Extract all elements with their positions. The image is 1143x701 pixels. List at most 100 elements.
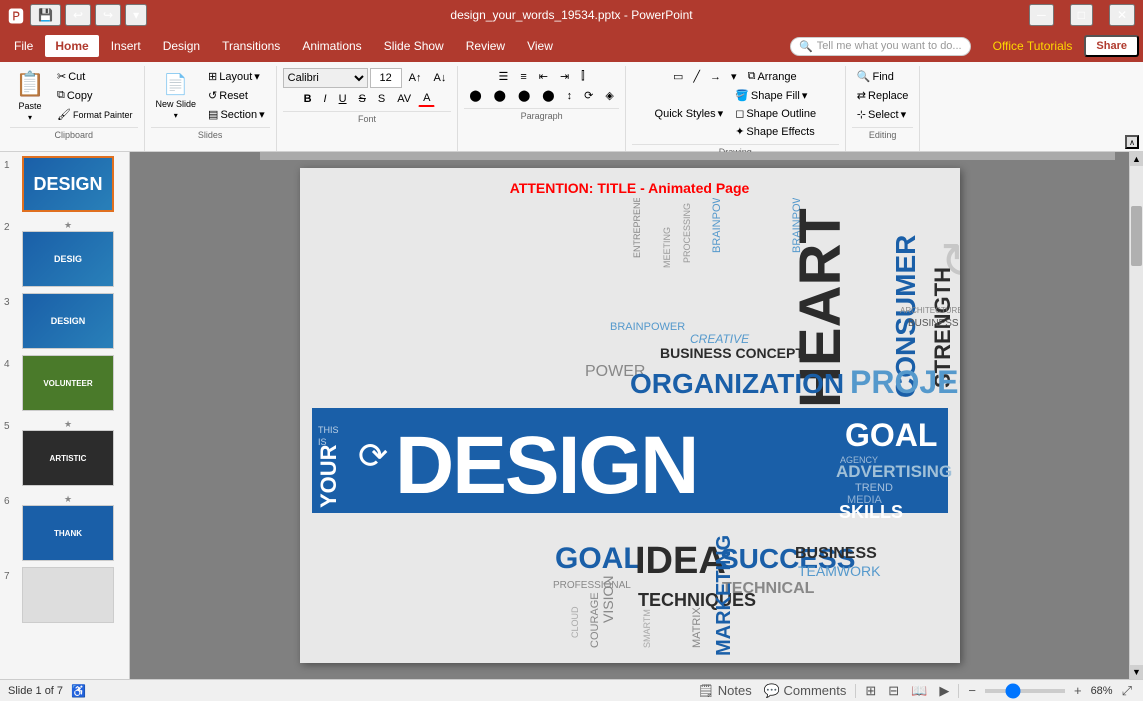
slideshow-button[interactable]: ▶ (936, 682, 952, 700)
shape-effects-button[interactable]: ✦ Shape Effects (730, 123, 821, 140)
slide-thumb-5[interactable]: 5 ★ ARTISTIC (4, 417, 125, 486)
decrease-font-button[interactable]: A↓ (429, 70, 452, 86)
scroll-up-button[interactable]: ▲ (1130, 152, 1143, 166)
slide-image-6[interactable]: THANK (22, 505, 114, 561)
reset-button[interactable]: ↺ Reset (203, 87, 270, 104)
shape-more-button[interactable]: ▾ (727, 68, 741, 85)
share-button[interactable]: Share (1084, 35, 1139, 57)
customize-button[interactable]: ▾ (125, 4, 147, 26)
shape-rect-button[interactable]: ▭ (669, 68, 687, 85)
decrease-indent-button[interactable]: ⇤ (534, 68, 553, 85)
shadow-button[interactable]: S (373, 91, 390, 107)
slide-thumb-3[interactable]: 3 DESIGN (4, 293, 125, 349)
select-button[interactable]: ⊹ Select ▾ (852, 106, 914, 123)
slide-image-1[interactable]: DESIGN (22, 156, 114, 212)
shape-arrow-button[interactable]: → (706, 69, 725, 85)
scroll-down-button[interactable]: ▼ (1130, 665, 1143, 679)
fit-slide-button[interactable]: ⤢ (1119, 682, 1135, 700)
notes-button[interactable]: 🗒 Notes (695, 682, 755, 700)
text-direction-button[interactable]: ⟳ (579, 87, 598, 104)
numbering-button[interactable]: ≡ (515, 69, 531, 85)
increase-indent-button[interactable]: ⇥ (555, 68, 574, 85)
close-button[interactable]: ✕ (1109, 4, 1135, 26)
arrange-button[interactable]: ⧉ Arrange (743, 68, 802, 85)
zoom-out-button[interactable]: − (965, 682, 979, 699)
minimize-button[interactable]: ─ (1029, 4, 1054, 26)
menu-file[interactable]: File (4, 35, 43, 57)
menu-insert[interactable]: Insert (101, 35, 151, 57)
font-size-input[interactable] (370, 68, 402, 88)
slide-thumb-7[interactable]: 7 (4, 567, 125, 623)
copy-button[interactable]: ⧉ Copy (52, 87, 138, 104)
bold-button[interactable]: B (299, 91, 317, 107)
undo-button[interactable]: ↩ (65, 4, 91, 26)
restore-button[interactable]: □ (1070, 4, 1093, 26)
slide-thumb-1[interactable]: 1 DESIGN (4, 156, 125, 212)
align-right-button[interactable]: ⬤ (513, 87, 535, 104)
right-scrollbar[interactable]: ▲ ▼ (1129, 152, 1143, 679)
layout-button[interactable]: ⊞ Layout ▾ (203, 68, 270, 85)
align-center-button[interactable]: ⬤ (489, 87, 511, 104)
quick-styles-button[interactable]: Quick Styles ▾ (650, 105, 729, 122)
new-slide-dropdown[interactable]: ▾ (174, 111, 178, 120)
font-name-select[interactable]: Calibri (283, 68, 368, 88)
slide-sorter-button[interactable]: ⊟ (885, 682, 902, 700)
align-left-button[interactable]: ⬤ (464, 87, 486, 104)
slide-thumb-6[interactable]: 6 ★ THANK (4, 492, 125, 561)
slide-image-2[interactable]: DESIG (22, 231, 114, 287)
comments-button[interactable]: 💬 Comments (761, 682, 850, 700)
find-icon: 🔍 (857, 70, 871, 83)
slide-image-5[interactable]: ARTISTIC (22, 430, 114, 486)
collapse-ribbon-button[interactable]: ∧ (1125, 135, 1139, 149)
slide-thumb-2[interactable]: 2 ★ DESIG (4, 218, 125, 287)
menu-design[interactable]: Design (153, 35, 210, 57)
font-color-button[interactable]: A (418, 90, 435, 107)
cut-button[interactable]: ✂ Cut (52, 68, 138, 85)
editing-buttons: 🔍 Find ⇄ Replace ⊹ Select ▾ (852, 68, 914, 123)
slide-image-3[interactable]: DESIGN (22, 293, 114, 349)
italic-button[interactable]: I (319, 91, 332, 107)
status-left: Slide 1 of 7 ♿ (8, 684, 86, 698)
redo-button[interactable]: ↪ (95, 4, 121, 26)
tell-me-box[interactable]: 🔍 Tell me what you want to do... (790, 37, 971, 56)
line-spacing-button[interactable]: ↕ (562, 88, 578, 104)
svg-text:PROCESSING: PROCESSING (682, 203, 692, 263)
replace-button[interactable]: ⇄ Replace (852, 87, 914, 104)
underline-button[interactable]: U (334, 91, 352, 107)
slide-image-4[interactable]: VOLUNTEER (22, 355, 114, 411)
zoom-slider[interactable] (985, 689, 1065, 693)
strikethrough-button[interactable]: S (354, 91, 371, 107)
convert-smartart-button[interactable]: ◈ (600, 87, 618, 104)
section-button[interactable]: ▤ Section ▾ (203, 106, 270, 123)
shape-fill-button[interactable]: 🪣 Shape Fill ▾ (730, 87, 821, 104)
menu-home[interactable]: Home (45, 35, 98, 57)
reading-view-button[interactable]: 📖 (908, 682, 930, 700)
new-slide-button[interactable]: 📄 New Slide ▾ (151, 70, 202, 122)
menu-review[interactable]: Review (456, 35, 515, 57)
justify-button[interactable]: ⬤ (537, 87, 559, 104)
zoom-in-button[interactable]: + (1071, 682, 1085, 699)
scroll-thumb[interactable] (1131, 206, 1142, 266)
slide-thumb-4[interactable]: 4 VOLUNTEER (4, 355, 125, 411)
slide-canvas[interactable]: ATTENTION: TITLE - Animated Page ENTREPR… (300, 168, 960, 663)
shape-line-button[interactable]: ╱ (689, 68, 704, 85)
menu-slideshow[interactable]: Slide Show (374, 35, 454, 57)
thumb-content-3: DESIGN (23, 294, 113, 348)
bullets-button[interactable]: ☰ (493, 68, 513, 85)
shape-outline-button[interactable]: ◻ Shape Outline (730, 105, 821, 122)
format-painter-button[interactable]: 🖌 Format Painter (52, 106, 138, 123)
office-tutorials-link[interactable]: Office Tutorials (983, 35, 1083, 57)
normal-view-button[interactable]: ⊞ (862, 682, 879, 700)
paste-dropdown-icon[interactable]: ▾ (28, 113, 32, 122)
paste-button[interactable]: 📋 Paste ▾ (10, 70, 50, 122)
char-spacing-button[interactable]: AV (392, 91, 416, 107)
menu-view[interactable]: View (517, 35, 563, 57)
save-button[interactable]: 💾 (30, 4, 61, 26)
find-button[interactable]: 🔍 Find (852, 68, 914, 85)
menu-animations[interactable]: Animations (292, 35, 371, 57)
columns-button[interactable]: ⫿ (576, 68, 590, 85)
menu-transitions[interactable]: Transitions (212, 35, 290, 57)
slide-number-4: 4 (4, 355, 18, 370)
slide-image-7[interactable] (22, 567, 114, 623)
increase-font-button[interactable]: A↑ (404, 70, 427, 86)
